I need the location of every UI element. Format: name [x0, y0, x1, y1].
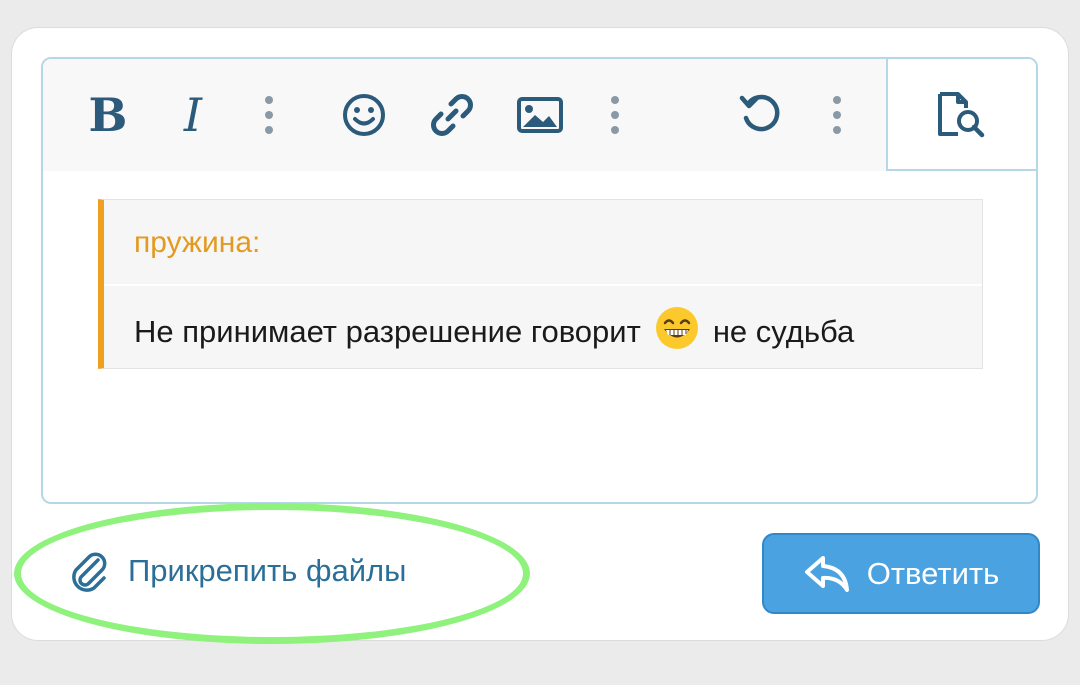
grinning-face-icon: [655, 306, 699, 358]
more-options-button-2[interactable]: [605, 87, 625, 143]
quote-block: пружина: Не принимает разрешение говорит…: [98, 199, 983, 369]
link-icon: [431, 94, 473, 136]
more-options-button-1[interactable]: [259, 87, 279, 143]
bold-button[interactable]: B: [83, 87, 133, 143]
image-icon: [517, 97, 563, 133]
preview-button[interactable]: [886, 59, 1036, 171]
paperclip-icon: [72, 552, 107, 592]
bold-icon: B: [88, 88, 128, 142]
quote-text: Не принимает разрешение говорит не судьб…: [134, 306, 854, 358]
more-icon: [833, 96, 841, 134]
undo-button[interactable]: [736, 87, 786, 143]
quote-text-after: не судьба: [712, 314, 855, 349]
reply-icon: [804, 555, 849, 592]
more-icon: [611, 96, 619, 134]
undo-icon: [739, 94, 780, 132]
quote-divider: [104, 284, 982, 286]
more-icon: [265, 96, 273, 134]
link-button[interactable]: [427, 87, 477, 143]
quote-author: пружина:: [134, 226, 261, 259]
reply-button[interactable]: Ответить: [762, 533, 1040, 614]
editor-toolbar: B I: [43, 59, 1036, 171]
italic-icon: I: [183, 88, 203, 142]
image-button[interactable]: [515, 87, 565, 143]
message-editor[interactable]: B I пружина: Не принимает разрешение гов…: [41, 57, 1038, 504]
attach-files-link[interactable]: Прикрепить файлы: [68, 550, 406, 592]
more-options-button-3[interactable]: [827, 87, 847, 143]
reply-label: Ответить: [866, 555, 1000, 591]
quote-text-before: Не принимает разрешение говорит: [134, 314, 641, 349]
preview-icon: [938, 92, 985, 138]
emoji-button[interactable]: [339, 87, 389, 143]
attach-files-label: Прикрепить файлы: [128, 553, 407, 588]
italic-button[interactable]: I: [168, 87, 218, 143]
emoji-icon: [343, 94, 385, 136]
